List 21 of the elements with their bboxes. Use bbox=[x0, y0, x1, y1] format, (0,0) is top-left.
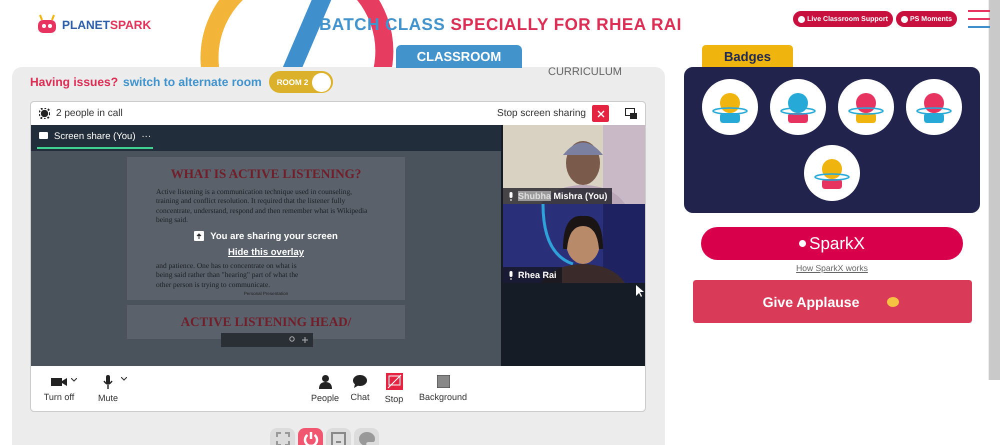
slide-title: WHAT IS ACTIVE LISTENING? bbox=[170, 166, 362, 182]
stop-control[interactable]: Stop bbox=[377, 373, 411, 404]
chat-control[interactable]: Chat bbox=[343, 375, 377, 402]
applause-button[interactable]: Give Applause bbox=[692, 280, 972, 323]
stop-sharing-label: Stop screen sharing bbox=[497, 108, 586, 119]
tab[interactable]: CLASSROOM bbox=[396, 45, 522, 68]
sharing-message: You are sharing your screen bbox=[194, 230, 338, 242]
participant-name: Rhea Rai bbox=[503, 267, 562, 283]
tab[interactable]: CURRICULUM bbox=[522, 61, 648, 83]
sparkx-help-link[interactable]: How SparkX works bbox=[796, 263, 868, 273]
hide-overlay-link[interactable]: Hide this overlay bbox=[228, 246, 304, 258]
camera-control[interactable]: Turn off bbox=[35, 376, 83, 402]
mic-control[interactable]: Mute bbox=[83, 374, 133, 402]
sparkx-button[interactable]: SparkX bbox=[701, 227, 963, 260]
people-count: 2 people in call bbox=[56, 108, 123, 119]
background-control[interactable]: Background bbox=[411, 375, 475, 402]
issue-question: Having issues? bbox=[30, 75, 118, 89]
participant-name: Shubha Mishra (You) bbox=[503, 188, 612, 204]
logo: PLANETSPARK bbox=[36, 14, 152, 36]
people-control[interactable]: People bbox=[307, 374, 343, 402]
slide-title: ACTIVE LISTENING HEAD/ bbox=[180, 314, 352, 330]
